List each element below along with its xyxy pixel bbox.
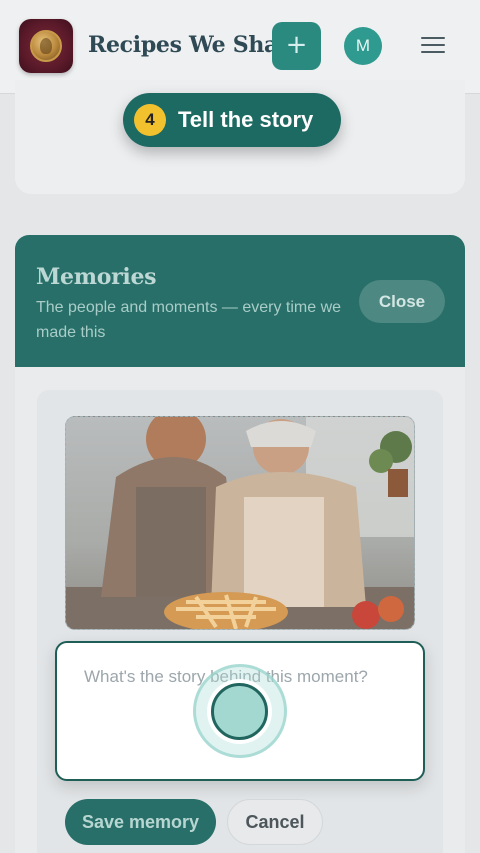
tap-indicator-dot <box>211 683 268 740</box>
app-title: Recipes We Share <box>88 32 303 58</box>
tree-medallion-icon <box>30 30 62 62</box>
app-logo-icon[interactable] <box>19 19 73 73</box>
memories-subtitle: The people and moments — every time we m… <box>36 299 342 341</box>
add-recipe-button[interactable]: + <box>272 22 321 70</box>
user-avatar[interactable]: M <box>344 27 382 65</box>
close-button[interactable]: Close <box>359 280 445 323</box>
baking-photo-illustration <box>66 417 414 629</box>
hamburger-menu-icon[interactable] <box>421 37 445 57</box>
memories-header: Memories The people and moments — every … <box>15 235 465 367</box>
step-label: Tell the story <box>178 107 314 132</box>
memories-title: Memories <box>36 264 157 290</box>
step-number: 4 <box>134 104 166 136</box>
cancel-button[interactable]: Cancel <box>227 799 323 845</box>
save-memory-button[interactable]: Save memory <box>65 799 216 845</box>
memory-photo[interactable] <box>65 416 415 630</box>
step-badge: 4 Tell the story <box>123 93 341 147</box>
